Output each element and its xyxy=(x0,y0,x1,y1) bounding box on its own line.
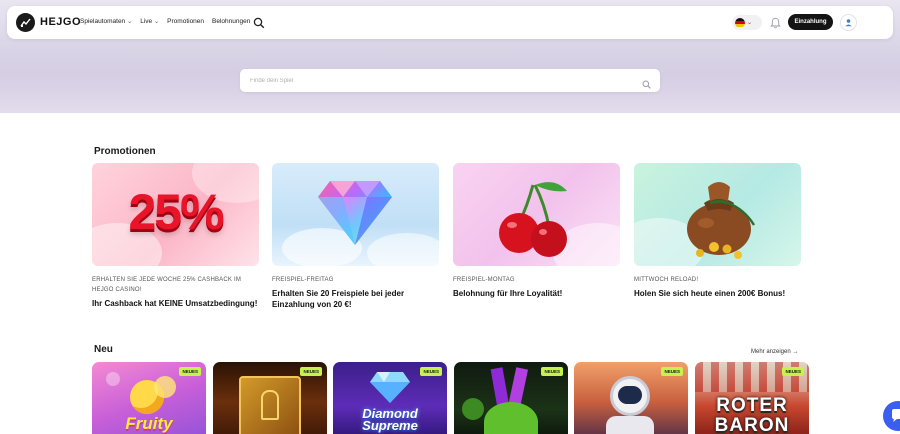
promo-image xyxy=(453,163,620,266)
top-navbar: HEJGO Spielautomaten ⌄ Live ⌄ Promotione… xyxy=(7,6,893,39)
game-title-text: ROTER BARON xyxy=(714,395,790,434)
logo-text[interactable]: HEJGO xyxy=(40,16,81,28)
new-badge: NEUES xyxy=(661,367,683,376)
promo-tag: FREISPIEL-MONTAG xyxy=(453,277,515,283)
new-badge: NEUES xyxy=(179,367,201,376)
promo-image xyxy=(634,163,801,266)
german-flag-icon xyxy=(735,17,745,28)
promo-tag: FREISPIEL-FREITAG xyxy=(272,277,334,283)
promo-title: Belohnung für Ihre Loyalität! xyxy=(453,289,563,299)
bell-icon[interactable] xyxy=(770,16,781,29)
chevron-down-icon: ⌄ xyxy=(127,19,133,25)
search-input[interactable] xyxy=(250,74,620,87)
nav-item-promotions[interactable]: Promotionen xyxy=(167,18,204,25)
chat-button[interactable] xyxy=(883,401,900,431)
game-title-text: Diamond Supreme xyxy=(362,406,418,433)
new-badge: NEUES xyxy=(420,367,442,376)
promo-image xyxy=(272,163,439,266)
promo-image-text: 25% xyxy=(128,184,224,240)
promo-card-cashback[interactable]: 25% ERHALTEN SIE JEDE WOCHE 25% CASHBACK… xyxy=(92,163,259,310)
promo-title: Holen Sie sich heute einen 200€ Bonus! xyxy=(634,289,786,299)
promo-card-free-spins-monday[interactable]: FREISPIEL-MONTAG Belohnung für Ihre Loya… xyxy=(453,163,620,300)
game-card-fruity[interactable]: NEUES Fruity xyxy=(92,362,206,434)
new-badge: NEUES xyxy=(541,367,563,376)
chevron-down-icon: ⌄ xyxy=(154,19,160,25)
main-nav: Spielautomaten ⌄ Live ⌄ Promotionen Belo… xyxy=(80,18,250,25)
arrow-right-icon: → xyxy=(792,349,799,355)
new-badge: NEUES xyxy=(782,367,804,376)
game-card-jungle[interactable]: NEUES xyxy=(454,362,568,434)
cherries-icon xyxy=(499,182,567,257)
nav-item-rewards[interactable]: Belohnungen xyxy=(212,18,250,25)
promo-tag: MITTWOCH RELOAD! xyxy=(634,277,699,283)
promo-title: Ihr Cashback hat KEINE Umsatzbedingung! xyxy=(92,299,258,309)
nav-item-label: Live xyxy=(140,18,153,25)
show-more-link[interactable]: Mehr anzeigen → xyxy=(751,349,798,355)
chat-icon xyxy=(892,409,900,422)
nav-item-label: Belohnungen xyxy=(212,18,251,25)
nav-item-slots[interactable]: Spielautomaten ⌄ xyxy=(80,18,132,25)
logo-icon[interactable] xyxy=(16,13,35,32)
game-card-astronaut[interactable]: NEUES xyxy=(574,362,688,434)
search-icon[interactable] xyxy=(642,76,651,89)
nav-item-live[interactable]: Live ⌄ xyxy=(140,18,159,25)
game-card-diamond-supreme[interactable]: NEUES Diamond Supreme xyxy=(333,362,447,434)
nav-item-label: Spielautomaten xyxy=(80,18,126,25)
game-title-text: Fruity xyxy=(125,414,173,433)
chevron-down-icon: ⌄ xyxy=(747,20,753,26)
language-selector[interactable]: ⌄ xyxy=(732,15,762,30)
deposit-button[interactable]: Einzahlung xyxy=(788,14,833,30)
promo-image: 25% xyxy=(92,163,259,266)
nav-item-label: Promotionen xyxy=(167,18,205,25)
diamond-icon xyxy=(318,181,392,245)
search-icon[interactable] xyxy=(253,16,265,29)
new-games-title: Neu xyxy=(94,344,113,355)
promo-card-wednesday-reload[interactable]: MITTWOCH RELOAD! Holen Sie sich heute ei… xyxy=(634,163,801,300)
money-bag-icon xyxy=(687,182,756,259)
game-search-bar xyxy=(240,69,660,92)
promotions-title: Promotionen xyxy=(94,146,156,157)
game-card-book[interactable]: NEUES xyxy=(213,362,327,434)
new-badge: NEUES xyxy=(300,367,322,376)
game-card-roter-baron[interactable]: NEUES ROTER BARON xyxy=(695,362,809,434)
promo-tag: ERHALTEN SIE JEDE WOCHE 25% CASHBACK IM … xyxy=(92,277,242,294)
diamond-icon xyxy=(370,372,410,403)
show-more-label: Mehr anzeigen xyxy=(751,349,791,355)
promo-title: Erhalten Sie 20 Freispiele bei jeder Ein… xyxy=(272,289,405,309)
user-icon[interactable] xyxy=(840,14,857,31)
promo-card-free-spins-friday[interactable]: FREISPIEL-FREITAG Erhalten Sie 20 Freisp… xyxy=(272,163,439,310)
